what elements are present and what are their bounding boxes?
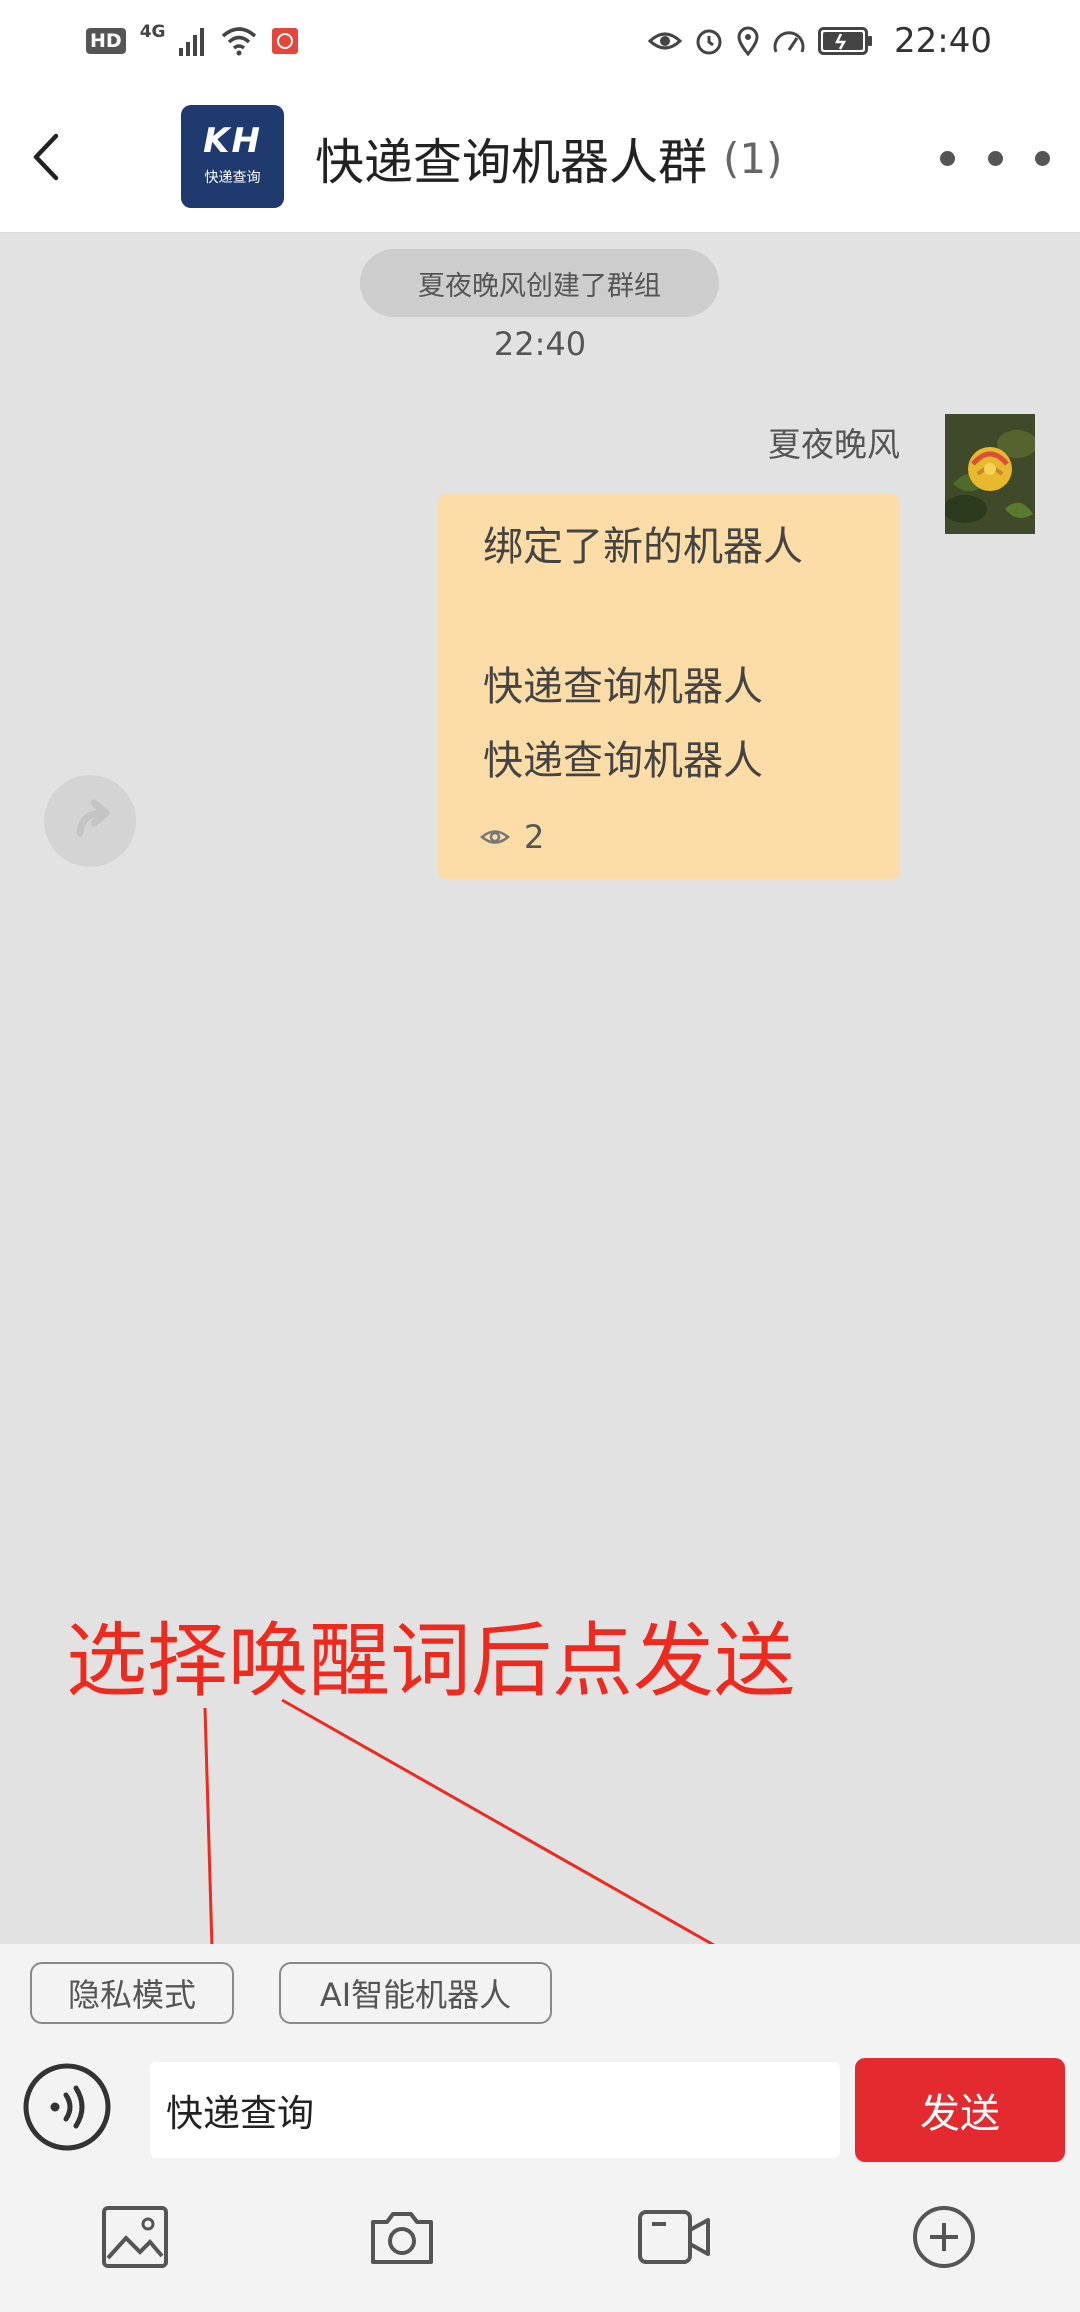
- message-line: 快递查询机器人: [483, 738, 763, 784]
- image-icon: [102, 2206, 168, 2268]
- signal-icon: [179, 28, 205, 56]
- group-name: 快递查询机器人群: [315, 133, 708, 191]
- battery-icon: [818, 27, 873, 55]
- hd-badge: HD: [86, 28, 126, 54]
- chat-header: KH 快递查询 快递查询机器人群 (1): [0, 80, 1080, 233]
- more-dots-icon: [1035, 150, 1050, 166]
- alarm-icon: [696, 29, 722, 55]
- message-input[interactable]: 快递查询: [150, 2062, 840, 2158]
- view-count-value: 2: [524, 818, 545, 856]
- sender-avatar[interactable]: [945, 414, 1035, 534]
- image-button[interactable]: [100, 2202, 170, 2272]
- group-avatar[interactable]: KH 快递查询: [181, 105, 284, 208]
- app-notification-icon: [272, 28, 299, 54]
- voice-button[interactable]: [22, 2062, 112, 2152]
- camera-button[interactable]: [367, 2202, 437, 2272]
- annotation-text: 选择唤醒词后点发送: [66, 1615, 796, 1709]
- back-button[interactable]: [20, 122, 80, 192]
- status-bar: HD 4G 22:40: [0, 0, 1080, 80]
- status-left: HD 4G: [86, 18, 299, 64]
- wifi-icon: [222, 27, 257, 56]
- privacy-mode-button[interactable]: 隐私模式: [30, 1962, 234, 2024]
- speed-icon: [773, 31, 805, 53]
- logo-subtitle: 快递查询: [204, 170, 261, 186]
- system-notice: 夏夜晚风创建了群组: [360, 249, 719, 317]
- forward-icon: [76, 799, 110, 837]
- status-time: 22:40: [894, 21, 992, 61]
- video-button[interactable]: [636, 2202, 710, 2272]
- member-count: (1): [723, 133, 783, 183]
- more-dots-icon: [940, 150, 955, 166]
- view-count: 2: [480, 818, 544, 856]
- camera-icon: [371, 2212, 433, 2264]
- composer: 隐私模式 AI智能机器人 快递查询 发送: [0, 1944, 1080, 2312]
- more-dots-icon: [987, 150, 1003, 166]
- notice-time: 22:40: [493, 325, 587, 363]
- send-button[interactable]: 发送: [855, 2058, 1065, 2162]
- more-options-button[interactable]: [940, 136, 1050, 180]
- voice-icon: [23, 2063, 111, 2151]
- eye-icon: [480, 830, 510, 844]
- plus-circle-icon: [913, 2206, 975, 2268]
- location-icon: [737, 26, 759, 56]
- status-right: 22:40: [648, 18, 992, 64]
- logo-mark: KH: [203, 121, 262, 161]
- network-type: 4G: [139, 22, 166, 42]
- chat-title: 快递查询机器人群 (1): [315, 126, 783, 191]
- more-tools-button[interactable]: [909, 2202, 979, 2272]
- message-bubble[interactable]: 绑定了新的机器人 快递查询机器人 快递查询机器人 2: [438, 494, 900, 879]
- eye-icon: [648, 32, 683, 50]
- ai-robot-button[interactable]: AI智能机器人: [279, 1962, 552, 2024]
- video-icon: [638, 2210, 710, 2264]
- sender-name: 夏夜晚风: [768, 425, 900, 464]
- message-line: 快递查询机器人: [483, 664, 763, 710]
- chevron-left-icon: [33, 133, 59, 181]
- rose-photo-icon: [945, 414, 1035, 534]
- message-line: 绑定了新的机器人: [483, 524, 803, 570]
- forward-button[interactable]: [44, 775, 136, 867]
